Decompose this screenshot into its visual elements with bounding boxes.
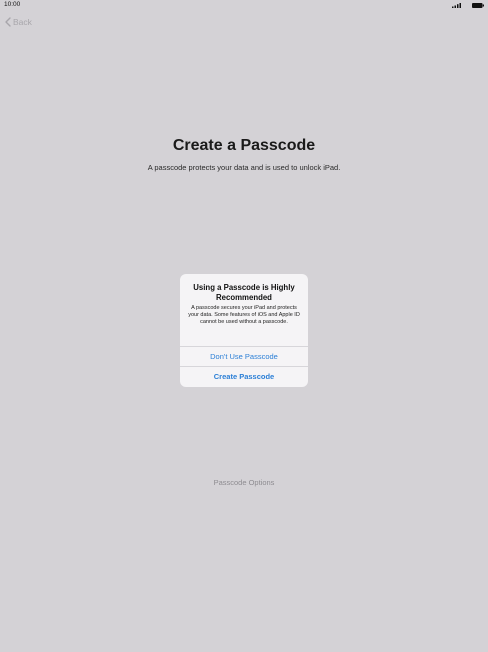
chevron-left-icon [5, 17, 11, 27]
battery-icon [472, 3, 484, 8]
status-time: 10:00 [4, 1, 21, 8]
back-button[interactable]: Back [5, 15, 32, 29]
status-bar: 10:00 [0, 0, 488, 11]
alert-title: Using a Passcode is Highly Recommended [193, 283, 295, 302]
cellular-signal-icon [452, 3, 461, 8]
page-subtitle: A passcode protects your data and is use… [147, 163, 341, 172]
back-label: Back [13, 17, 32, 27]
alert-message: A passcode secures your iPad and protect… [188, 305, 300, 325]
dont-use-passcode-button[interactable]: Don't Use Passcode [180, 346, 308, 366]
passcode-options-link[interactable]: Passcode Options [0, 478, 488, 487]
create-passcode-button[interactable]: Create Passcode [180, 366, 308, 386]
alert-body: Using a Passcode is Highly Recommended A… [180, 274, 308, 337]
page-title: Create a Passcode [172, 137, 316, 154]
